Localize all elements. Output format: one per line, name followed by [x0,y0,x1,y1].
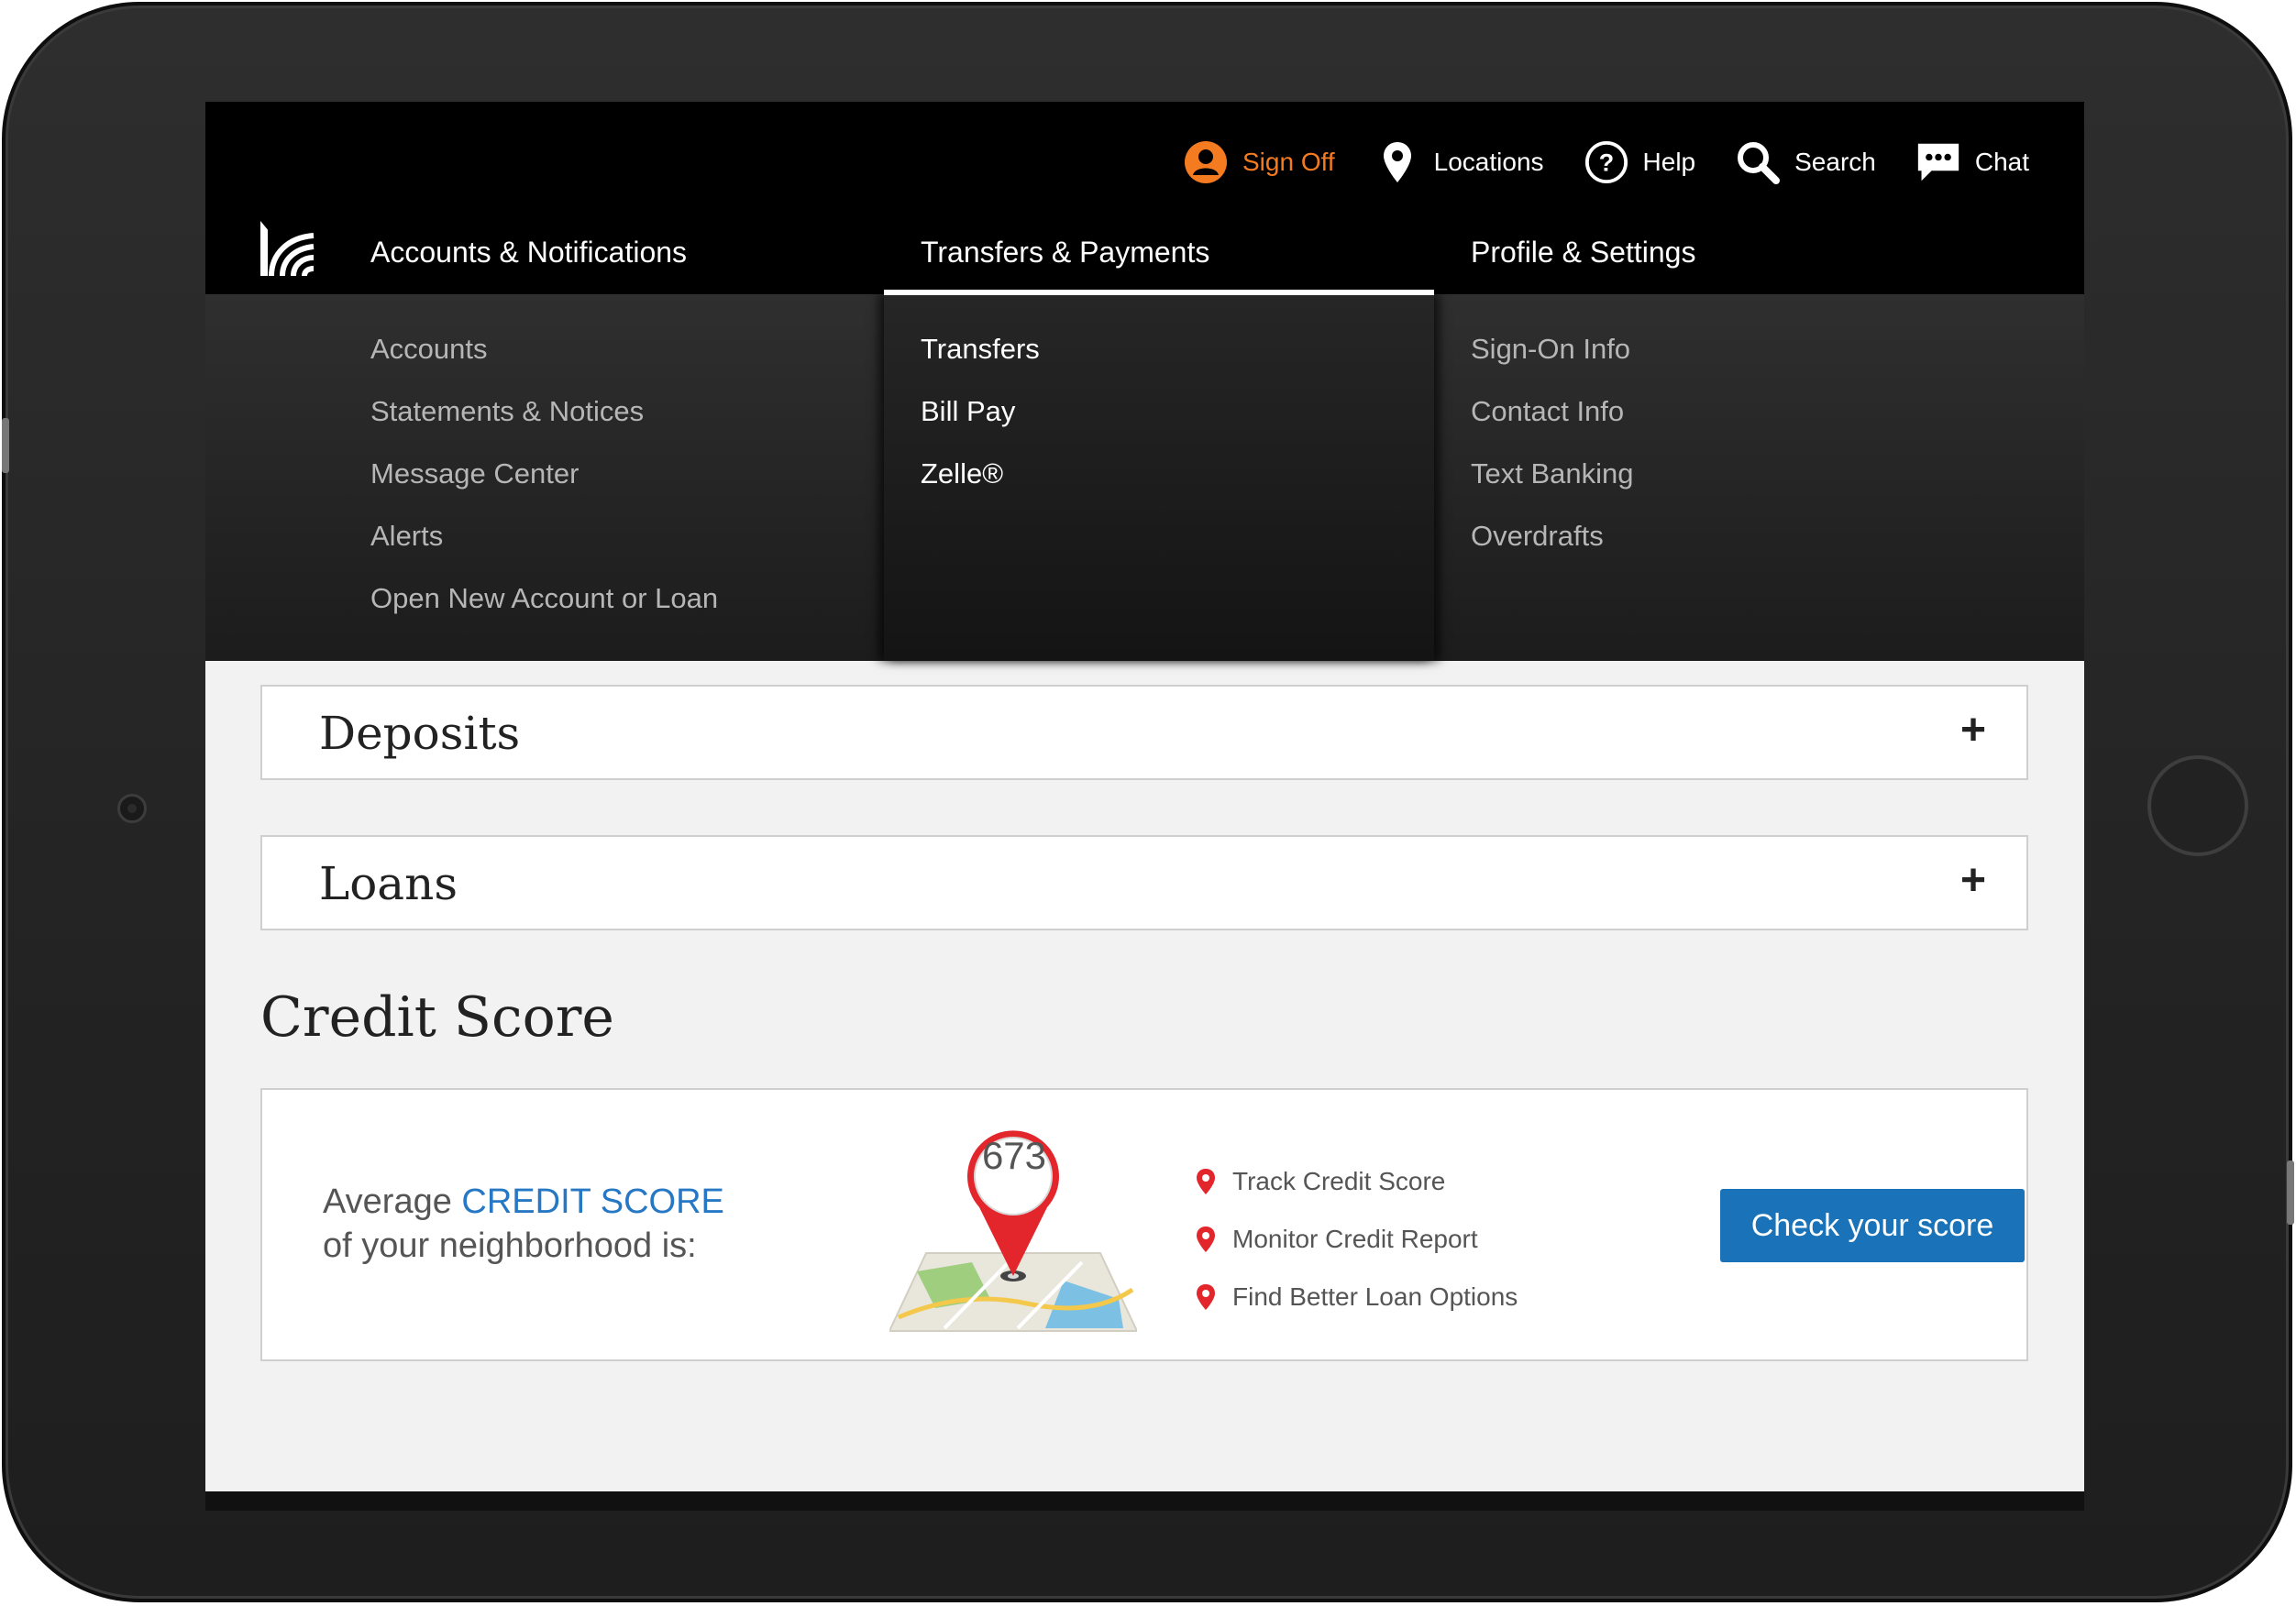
expand-plus-icon[interactable]: + [1960,705,1986,755]
sign-off-label: Sign Off [1242,148,1335,176]
feature-item: Find Better Loan Options [1196,1268,1518,1326]
menu-item-sign-on-info[interactable]: Sign-On Info [1471,329,1634,391]
camera-icon [117,794,147,823]
tab-transfers-payments[interactable]: Transfers & Payments [921,236,1209,291]
menu-item-contact-info[interactable]: Contact Info [1471,391,1634,454]
locations-link[interactable]: Locations [1375,140,1544,184]
menu-column-accounts: Accounts Statements & Notices Message Ce… [205,294,884,661]
home-button[interactable] [2147,755,2248,856]
sign-off-link[interactable]: Sign Off [1184,140,1335,184]
credit-score-highlight: CREDIT SCORE [461,1182,724,1221]
credit-score-description: Average CREDIT SCORE of your neighborhoo… [323,1180,724,1268]
chat-label: Chat [1974,148,2029,176]
tab-profile-settings[interactable]: Profile & Settings [1471,236,1695,291]
menu-column-profile: Sign-On Info Contact Info Text Banking O… [1434,294,2084,661]
chat-link[interactable]: Chat [1916,140,2029,184]
credit-score-card: Average CREDIT SCORE of your neighborhoo… [260,1088,2028,1361]
map-pin-icon [1197,1283,1215,1310]
check-score-button[interactable]: Check your score [1720,1189,2025,1262]
search-link[interactable]: Search [1736,140,1876,184]
feature-label: Track Credit Score [1232,1166,1446,1195]
header: Sign Off Locations ? Help Search Chat Ac… [205,102,2084,294]
menu-item-transfers[interactable]: Transfers [921,329,1040,391]
location-pin-icon [1375,140,1419,184]
deposits-accordion[interactable]: Deposits + [260,685,2028,780]
mega-menu: Accounts Statements & Notices Message Ce… [205,294,2084,661]
loans-title: Loans [319,857,458,910]
feature-label: Monitor Credit Report [1232,1224,1478,1253]
menu-item-open-new-account[interactable]: Open New Account or Loan [370,578,718,641]
description-suffix: of your neighborhood is: [323,1226,697,1265]
map-pin-icon [1197,1168,1215,1194]
menu-item-overdrafts[interactable]: Overdrafts [1471,516,1634,578]
locations-label: Locations [1433,148,1544,176]
credit-features-list: Track Credit Score Monitor Credit Report… [1196,1152,1518,1326]
description-prefix: Average [323,1182,462,1221]
help-label: Help [1642,148,1696,176]
svg-text:?: ? [1598,149,1613,177]
side-button [2,418,9,473]
profile-menu-list: Sign-On Info Contact Info Text Banking O… [1471,329,1634,578]
menu-item-zelle[interactable]: Zelle® [921,454,1040,516]
feature-item: Track Credit Score [1196,1152,1518,1210]
search-label: Search [1794,148,1876,176]
search-icon [1736,140,1781,184]
transfers-menu-list: Transfers Bill Pay Zelle® [921,329,1040,516]
utility-nav: Sign Off Locations ? Help Search Chat [1184,140,2029,184]
credit-score-value: 673 [981,1134,1047,1177]
credit-score-heading: Credit Score [260,985,614,1050]
screen-bottom-bar [205,1491,2084,1511]
bank-logo-icon[interactable] [260,221,315,277]
menu-column-transfers: Transfers Bill Pay Zelle® [884,294,1434,661]
menu-item-alerts[interactable]: Alerts [370,516,718,578]
side-button [2287,1160,2294,1225]
tab-accounts-notifications[interactable]: Accounts & Notifications [370,236,687,291]
accounts-menu-list: Accounts Statements & Notices Message Ce… [370,329,718,641]
menu-item-message-center[interactable]: Message Center [370,454,718,516]
screen: Sign Off Locations ? Help Search Chat Ac… [205,102,2084,1511]
help-circle-icon: ? [1584,140,1628,184]
menu-item-accounts[interactable]: Accounts [370,329,718,391]
chat-bubble-icon [1916,140,1960,184]
map-pin-icon [1197,1226,1215,1252]
feature-item: Monitor Credit Report [1196,1210,1518,1268]
menu-item-text-banking[interactable]: Text Banking [1471,454,1634,516]
active-tab-indicator [884,290,1434,295]
loans-accordion[interactable]: Loans + [260,835,2028,930]
menu-item-statements-notices[interactable]: Statements & Notices [370,391,718,454]
user-circle-icon [1184,140,1228,184]
deposits-title: Deposits [319,707,521,760]
menu-item-bill-pay[interactable]: Bill Pay [921,391,1040,454]
expand-plus-icon[interactable]: + [1960,855,1986,906]
feature-label: Find Better Loan Options [1232,1282,1518,1311]
help-link[interactable]: ? Help [1584,140,1696,184]
